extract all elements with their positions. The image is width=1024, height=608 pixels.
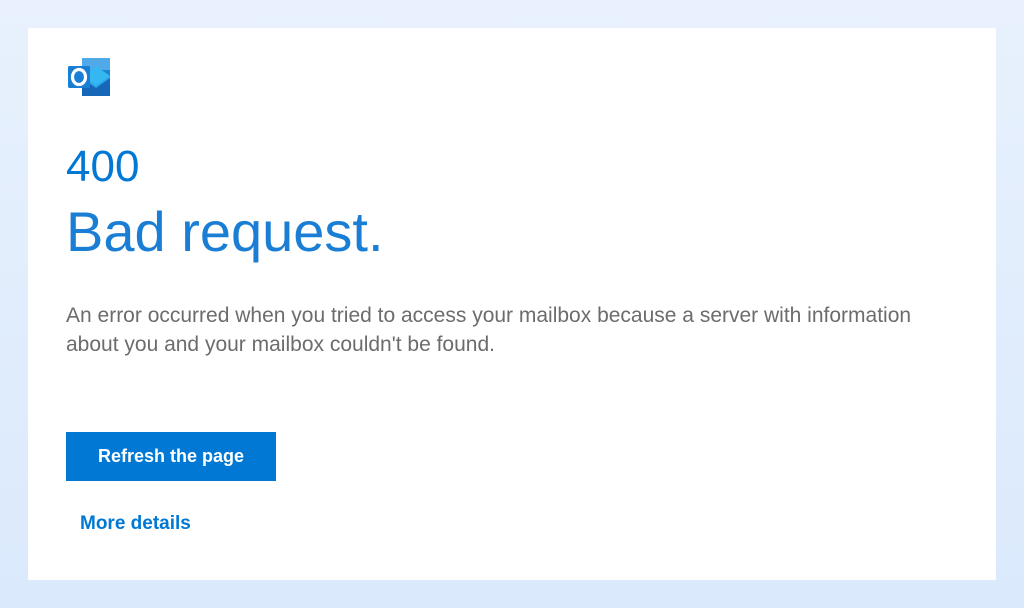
error-title: Bad request. [66, 198, 958, 265]
outlook-logo-icon [66, 56, 958, 105]
error-card: 400 Bad request. An error occurred when … [28, 28, 996, 580]
error-code: 400 [66, 141, 958, 194]
refresh-button[interactable]: Refresh the page [66, 432, 276, 481]
more-details-link[interactable]: More details [80, 513, 191, 535]
error-message: An error occurred when you tried to acce… [66, 301, 958, 360]
